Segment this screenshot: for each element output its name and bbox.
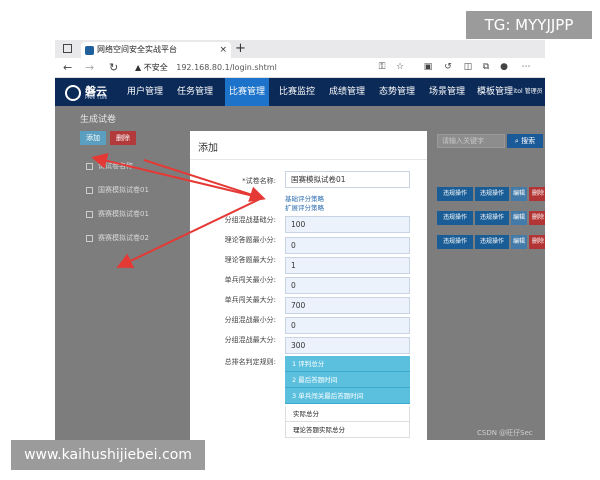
violation-button[interactable]: 违规操作 [437,211,473,225]
warning-icon: ▲ [135,63,142,72]
nav-monitor[interactable]: 比赛监控 [275,78,319,106]
group-min-score-input[interactable]: 0 [285,317,410,334]
nav-scores[interactable]: 成绩管理 [325,78,369,106]
row-delete-button[interactable]: 删除 [529,187,545,201]
refresh-icon[interactable]: ↻ [109,60,118,76]
violation-button[interactable]: 违规操作 [475,211,509,225]
browser-tab[interactable]: 网络空间安全实战平台 × [81,42,231,58]
nav-templates[interactable]: 模板管理 [475,78,515,106]
group-base-score-input[interactable]: 100 [285,216,410,233]
violation-button[interactable]: 违规操作 [475,235,509,249]
row-checkbox[interactable] [86,234,93,242]
split-screen-icon[interactable]: ◫ [463,62,473,72]
row-delete-button[interactable]: 删除 [529,211,545,225]
violation-button[interactable]: 违规操作 [437,187,473,201]
violation-button[interactable]: 违规操作 [475,187,509,201]
watermark-top: TG: MYYJJPP [466,11,592,39]
favorite-star-icon[interactable]: ☆ [395,62,405,72]
row-checkbox[interactable] [86,210,93,218]
modal-divider [190,159,427,160]
solo-max-score-input[interactable]: 700 [285,297,410,314]
nav-users[interactable]: 用户管理 [123,78,167,106]
row-actions: 违规操作 违规操作 编辑 删除 [437,235,545,249]
window-menu-icon[interactable] [63,44,72,53]
key-icon[interactable]: ⚿ [377,62,387,72]
search-button[interactable]: ⌕ 搜索 [507,134,543,148]
rank-option[interactable]: 3 单兵闯关最后答题时间 [285,388,410,404]
field-label: 理论答题最大分: [224,256,276,264]
extended-scoring-link[interactable]: 扩展评分策略 [285,202,324,212]
table-row: 赛赛模拟试卷02 [80,226,190,250]
collections-icon[interactable]: ⧉ [481,62,491,72]
group-max-score-input[interactable]: 300 [285,337,410,354]
field-label: 单兵闯关最小分: [224,276,276,284]
sync-icon[interactable]: ↺ [443,62,453,72]
profile-icon[interactable]: ● [499,62,509,72]
table-header: 试试卷名称 [80,154,190,178]
tab-close-icon[interactable]: × [219,42,227,58]
field-label: 单兵闯关最大分: [224,296,276,304]
paper-table: 试试卷名称 国赛模拟试卷01 赛赛模拟试卷01 赛赛模拟试卷02 [80,154,190,250]
rank-option[interactable]: 2 最后答题时间 [285,372,410,388]
theory-max-score-input[interactable]: 1 [285,257,410,274]
table-row: 赛赛模拟试卷01 [80,202,190,226]
app-navbar: 磐云 PAN YUN 用户管理 任务管理 比赛管理 比赛监控 成绩管理 态势管理… [55,78,545,106]
back-icon[interactable]: ← [63,60,72,76]
field-label: 理论答题最小分: [224,236,276,244]
extension-icon[interactable]: ▣ [423,62,433,72]
rank-rule-label: 总排名判定规则: [224,358,276,366]
logo-mark-icon [65,85,81,101]
copyright-text: CSDN @旺仔Sec [477,429,533,437]
rank-option[interactable]: 理论答题实际总分 [285,422,410,438]
nav-situation[interactable]: 态势管理 [375,78,419,106]
app-logo: 磐云 PAN YUN [65,83,123,101]
delete-button[interactable]: 删除 [110,131,136,145]
watermark-bottom: www.kaihushijiebei.com [11,440,205,470]
paper-name-input[interactable]: 国赛模拟试卷01 [285,171,410,188]
security-warning: 不安全 [143,63,168,72]
page-title: 生成试卷 [80,115,117,125]
nav-admin[interactable]: itol 管理员 [511,78,545,106]
field-label: 分组混战基础分: [224,216,276,224]
search-icon: ⌕ [514,137,519,145]
add-paper-modal: 添加 *试卷名称: 国赛模拟试卷01 基础评分策略 扩展评分策略 分组混战基础分… [190,131,427,440]
field-label: *试卷名称: [242,177,276,185]
rank-option[interactable]: 实际总分 [285,406,410,422]
forward-icon[interactable]: → [85,60,94,76]
tab-title: 网络空间安全实战平台 [97,45,177,54]
edit-button[interactable]: 编辑 [511,235,527,249]
browser-window: 网络空间安全实战平台 × + ← → ↻ ▲ 不安全 192.168.80.1/… [55,40,545,440]
new-tab-icon[interactable]: + [235,40,246,57]
address-bar: ← → ↻ ▲ 不安全 192.168.80.1/login.shtml ⚿ ☆… [55,58,545,78]
search-input[interactable]: 请输入关键字 [437,134,505,148]
rank-option[interactable]: 1 评判总分 [285,356,410,372]
theory-min-score-input[interactable]: 0 [285,237,410,254]
field-label: 分组混战最大分: [224,336,276,344]
violation-button[interactable]: 违规操作 [437,235,473,249]
row-delete-button[interactable]: 删除 [529,235,545,249]
solo-min-score-input[interactable]: 0 [285,277,410,294]
select-all-checkbox[interactable] [86,162,93,170]
nav-scenes[interactable]: 场景管理 [425,78,469,106]
row-actions: 违规操作 违规操作 编辑 删除 [437,187,545,201]
add-button[interactable]: 添加 [80,131,106,145]
edit-button[interactable]: 编辑 [511,187,527,201]
row-actions: 违规操作 违规操作 编辑 删除 [437,211,545,225]
url-text: 192.168.80.1/login.shtml [176,63,277,72]
field-label: 分组混战最小分: [224,316,276,324]
nav-tasks[interactable]: 任务管理 [173,78,217,106]
url-field[interactable]: ▲ 不安全 192.168.80.1/login.shtml [135,61,415,75]
nav-competition[interactable]: 比赛管理 [225,78,269,106]
row-checkbox[interactable] [86,186,93,194]
table-row: 国赛模拟试卷01 [80,178,190,202]
more-icon[interactable]: ⋯ [521,62,531,72]
tab-bar: 网络空间安全实战平台 × + [55,40,545,58]
edit-button[interactable]: 编辑 [511,211,527,225]
logo-sub: PAN YUN [85,95,107,101]
site-favicon-icon [85,46,94,55]
modal-title: 添加 [198,143,218,154]
